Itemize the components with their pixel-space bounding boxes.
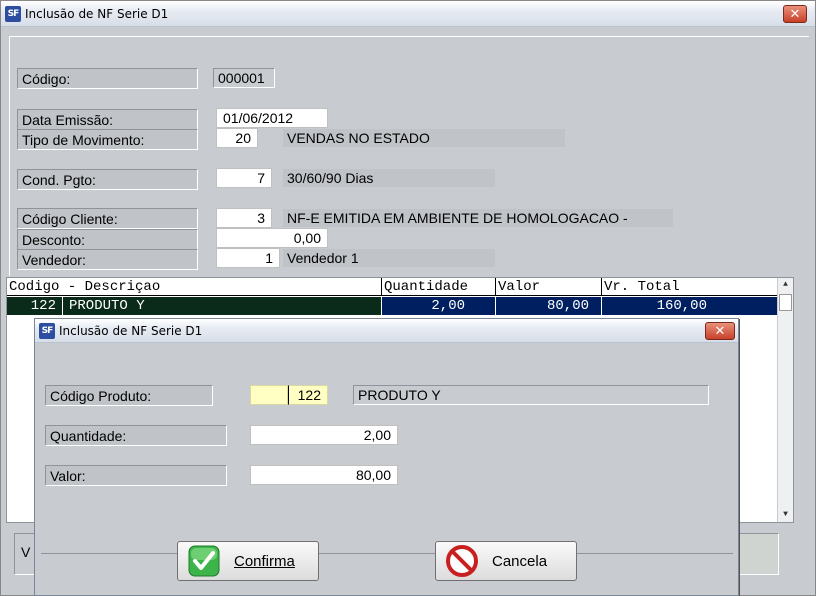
vendedor-description: Vendedor 1	[282, 248, 496, 268]
grid-cell-descricao: PRODUTO Y	[63, 297, 382, 315]
scroll-thumb[interactable]	[779, 294, 792, 311]
close-button[interactable]: ✕	[783, 5, 807, 23]
grid-header-quantidade[interactable]: Quantidade	[382, 278, 496, 296]
dialog-panel: Código Produto: 122 PRODUTO Y Quantidade…	[41, 349, 733, 545]
grid-cell-quantidade: 2,00	[382, 297, 496, 315]
tipo-movimento-label: Tipo de Movimento:	[17, 129, 198, 150]
dialog-close-button[interactable]: ✕	[705, 322, 735, 340]
dialog-logo-icon: SF	[39, 322, 55, 339]
codigo-cliente-label: Código Cliente:	[17, 208, 198, 229]
scroll-down-icon[interactable]: ▼	[778, 508, 793, 522]
grid-header-valor[interactable]: Valor	[496, 278, 602, 296]
cond-pgto-description: 30/60/90 Dias	[282, 168, 496, 188]
codigo-produto-input[interactable]: 122	[288, 385, 328, 405]
codigo-label: Código:	[17, 68, 198, 89]
dialog-valor-label: Valor:	[45, 465, 227, 486]
grid-header-codigo-descricao[interactable]: Codigo - Descriçao	[7, 278, 382, 296]
dialog-title: Inclusão de NF Serie D1	[59, 323, 203, 338]
cond-pgto-label: Cond. Pgto:	[17, 169, 198, 190]
vendedor-input[interactable]: 1	[216, 248, 280, 268]
cond-pgto-input[interactable]: 7	[216, 168, 272, 188]
data-emissao-label: Data Emissão:	[17, 109, 198, 130]
desconto-input[interactable]: 0,00	[216, 228, 328, 248]
codigo-produto-description: PRODUTO Y	[353, 385, 709, 405]
codigo-cliente-description: NF-E EMITIDA EM AMBIENTE DE HOMOLOGACAO …	[282, 208, 674, 228]
grid-cell-codigo: 122	[7, 297, 63, 315]
bottom-right-box	[737, 533, 779, 575]
dialog-valor-input[interactable]: 80,00	[250, 465, 398, 485]
dialog-button-bar	[41, 553, 733, 593]
dialog-quantidade-label: Quantidade:	[45, 425, 227, 446]
cancel-button[interactable]: Cancela	[435, 541, 577, 581]
grid-cell-total: 160,00	[602, 297, 779, 315]
grid-header: Codigo - Descriçao Quantidade Valor Vr. …	[7, 278, 779, 296]
codigo-produto-edit-cursor[interactable]	[250, 385, 288, 405]
inclusao-dialog: SF Inclusão de NF Serie D1 ✕ Código Prod…	[34, 318, 739, 596]
cancel-button-label: Cancela	[492, 552, 548, 570]
tipo-movimento-description: VENDAS NO ESTADO	[282, 128, 566, 148]
dialog-titlebar[interactable]: SF Inclusão de NF Serie D1 ✕	[35, 319, 738, 343]
codigo-cliente-input[interactable]: 3	[216, 208, 272, 228]
codigo-produto-label: Código Produto:	[45, 385, 213, 406]
tipo-movimento-input[interactable]: 20	[216, 128, 258, 148]
scroll-up-icon[interactable]: ▲	[778, 278, 793, 292]
dialog-quantidade-input[interactable]: 2,00	[250, 425, 398, 445]
red-prohibited-icon	[446, 545, 478, 577]
vendedor-label: Vendedor:	[17, 249, 198, 270]
grid-scrollbar[interactable]: ▲ ▼	[777, 278, 793, 522]
green-check-icon	[188, 545, 220, 577]
app-logo-icon: SF	[5, 5, 21, 22]
confirm-button[interactable]: Confirma	[177, 541, 319, 581]
codigo-field: 000001	[213, 68, 275, 88]
desconto-label: Desconto:	[17, 229, 198, 250]
grid-cell-valor: 80,00	[496, 297, 602, 315]
data-emissao-input[interactable]: 01/06/2012	[216, 108, 328, 128]
main-titlebar[interactable]: SF Inclusão de NF Serie D1 ✕	[1, 1, 815, 27]
confirm-button-label: Confirma	[234, 552, 295, 570]
table-row[interactable]: 122 PRODUTO Y 2,00 80,00 160,00	[7, 297, 779, 315]
window-title: Inclusão de NF Serie D1	[25, 6, 169, 21]
grid-header-vr-total[interactable]: Vr. Total	[602, 278, 779, 296]
